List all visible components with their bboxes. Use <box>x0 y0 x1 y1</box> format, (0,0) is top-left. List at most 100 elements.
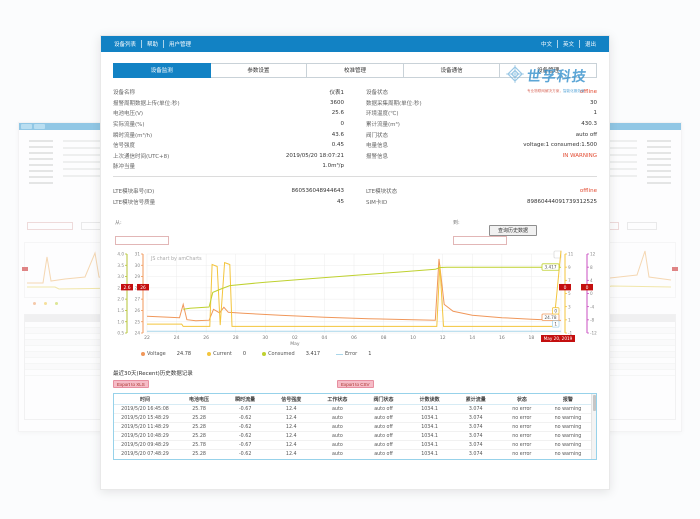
top-link-0[interactable]: 中文 <box>536 40 557 48</box>
lte-right-value: 89860444091739312525 <box>527 199 597 205</box>
info-right-label: 报警信息 <box>366 152 388 160</box>
info-left-row-0: 设备名称仪表1 <box>113 87 344 98</box>
section-divider <box>113 176 597 177</box>
tab-bar: 设备监测参数设置校准管理设备通信设备管理 <box>113 63 597 78</box>
ghost-nav-chip <box>21 124 32 129</box>
info-right-label: 环境温度(℃) <box>366 109 398 117</box>
tab-1[interactable]: 参数设置 <box>211 63 308 78</box>
top-nav-item-1[interactable]: 帮助 <box>141 40 163 48</box>
table-row[interactable]: 2019/5/20 11:48:2925.28-0.6212.4autoauto… <box>114 423 591 432</box>
table-row[interactable]: 2019/5/20 10:48:2925.28-0.6212.4autoauto… <box>114 432 591 441</box>
svg-text:12: 12 <box>440 335 446 341</box>
svg-text:16: 16 <box>499 335 505 341</box>
table-cell: 12.4 <box>268 450 314 459</box>
table-cell: 25.78 <box>176 405 222 414</box>
info-left-value: 0.45 <box>332 142 344 148</box>
legend-item-error[interactable]: Error1 <box>336 351 371 357</box>
table-cell: -0.62 <box>222 432 268 441</box>
info-left-row-5: 信号强度0.45 <box>113 140 344 151</box>
legend-item-voltage[interactable]: Voltage24.78 <box>141 351 191 357</box>
table-scrollbar[interactable] <box>591 394 596 459</box>
svg-text:0.5: 0.5 <box>117 331 124 336</box>
top-right-links: 中文英文退出 <box>536 40 601 48</box>
table-cell: 1034.1 <box>407 414 453 423</box>
table-cell: 3.074 <box>453 405 499 414</box>
legend-bullet-error <box>336 354 343 356</box>
table-row[interactable]: 2019/5/20 15:48:2925.28-0.6212.4autoauto… <box>114 414 591 423</box>
table-cell: 25.28 <box>176 432 222 441</box>
scrollbar-thumb[interactable] <box>593 395 596 411</box>
lte-left-row-1: LTE模块信号质量45 <box>113 196 344 207</box>
table-cell: no warning <box>545 405 591 414</box>
info-left-label: 电池电压(V) <box>113 109 143 117</box>
info-right-value: 1 <box>594 110 598 116</box>
table-cell: 2019/5/20 10:48:29 <box>114 432 176 441</box>
ghost-button <box>627 222 657 230</box>
svg-text:1: 1 <box>554 321 557 326</box>
svg-text:4: 4 <box>590 278 593 283</box>
top-nav-item-0[interactable]: 设备列表 <box>109 40 141 48</box>
info-left-value: 0 <box>341 121 345 127</box>
top-nav-item-2[interactable]: 用户管理 <box>163 40 196 48</box>
top-link-2[interactable]: 退出 <box>579 40 601 48</box>
table-header-9: 报警 <box>545 394 591 405</box>
table-cell: auto <box>314 423 360 432</box>
device-info-right-column: 设备状态offline数据采集周期(单位:秒)30环境温度(℃)1累计流量(m³… <box>366 87 597 172</box>
table-cell: 3.074 <box>453 450 499 459</box>
svg-text:0: 0 <box>554 308 557 313</box>
svg-text:22: 22 <box>144 335 150 341</box>
history-line-chart[interactable]: 222426283002May0406081012141618204.03.53… <box>113 249 597 349</box>
table-row[interactable]: 2019/5/20 07:48:2925.28-0.6212.4autoauto… <box>114 450 591 459</box>
svg-text:1: 1 <box>568 317 571 322</box>
date-to-input[interactable] <box>453 236 507 245</box>
info-left-row-3: 实际流量(%)0 <box>113 119 344 130</box>
top-link-1[interactable]: 英文 <box>557 40 579 48</box>
table-row[interactable]: 2019/5/20 16:45:0825.78-0.6712.4autoauto… <box>114 405 591 414</box>
export-csv-button[interactable]: Export to CSV <box>337 380 374 388</box>
svg-text:11: 11 <box>568 252 574 257</box>
info-right-row-3: 累计流量(m³)430.3 <box>366 119 597 130</box>
table-cell: 3.074 <box>453 414 499 423</box>
tab-0[interactable]: 设备监测 <box>113 63 211 78</box>
ghost-menu-lines <box>647 140 671 184</box>
lte-info-left-column: LTE模块串号(ID)860536048944643LTE模块信号质量45 <box>113 186 344 207</box>
tab-4[interactable]: 设备管理 <box>500 63 597 78</box>
info-right-row-6: 报警信息IN WARNING <box>366 151 597 162</box>
lte-left-value: 45 <box>337 199 344 205</box>
legend-label: Error <box>345 351 357 357</box>
legend-value: 24.78 <box>177 351 191 357</box>
ghost-input <box>27 222 73 230</box>
svg-text:14: 14 <box>469 335 475 341</box>
info-right-label: 电量信息 <box>366 141 388 149</box>
lte-info-grid: LTE模块串号(ID)860536048944643LTE模块信号质量45 LT… <box>113 186 597 207</box>
table-cell: 2019/5/20 16:45:08 <box>114 405 176 414</box>
legend-item-current[interactable]: Current0 <box>207 351 246 357</box>
svg-text:May 20, 2019: May 20, 2019 <box>544 336 573 341</box>
table-cell: 1034.1 <box>407 441 453 450</box>
svg-text:26: 26 <box>135 308 141 313</box>
info-left-label: 脉冲当量 <box>113 162 135 170</box>
svg-text:30: 30 <box>135 263 141 268</box>
table-header-1: 电池电压 <box>176 394 222 405</box>
info-right-row-1: 数据采集周期(单位:秒)30 <box>366 98 597 109</box>
legend-item-consumed[interactable]: Consumed3.417 <box>262 351 320 357</box>
svg-text:27: 27 <box>135 297 141 302</box>
date-from-input[interactable] <box>115 236 169 245</box>
svg-text:28: 28 <box>233 335 239 341</box>
table-row[interactable]: 2019/5/20 09:48:2925.78-0.6712.4autoauto… <box>114 441 591 450</box>
table-cell: auto <box>314 432 360 441</box>
svg-text:1.0: 1.0 <box>117 319 124 324</box>
tab-2[interactable]: 校准管理 <box>307 63 404 78</box>
table-cell: 2019/5/20 09:48:29 <box>114 441 176 450</box>
info-right-label: 累计流量(m³) <box>366 120 400 128</box>
tab-3[interactable]: 设备通信 <box>404 63 501 78</box>
query-history-button[interactable]: 查询历史数据 <box>489 225 537 236</box>
table-header-5: 阀门状态 <box>360 394 406 405</box>
export-xls-button[interactable]: Export to XLS <box>113 380 149 388</box>
table-cell: 25.28 <box>176 450 222 459</box>
ghost-menu-lines <box>29 140 53 184</box>
svg-text:24: 24 <box>174 335 180 341</box>
legend-bullet-current <box>207 352 211 356</box>
chart-watermark: JS chart by amCharts <box>150 256 202 262</box>
ghost-nav-chip <box>34 124 45 129</box>
